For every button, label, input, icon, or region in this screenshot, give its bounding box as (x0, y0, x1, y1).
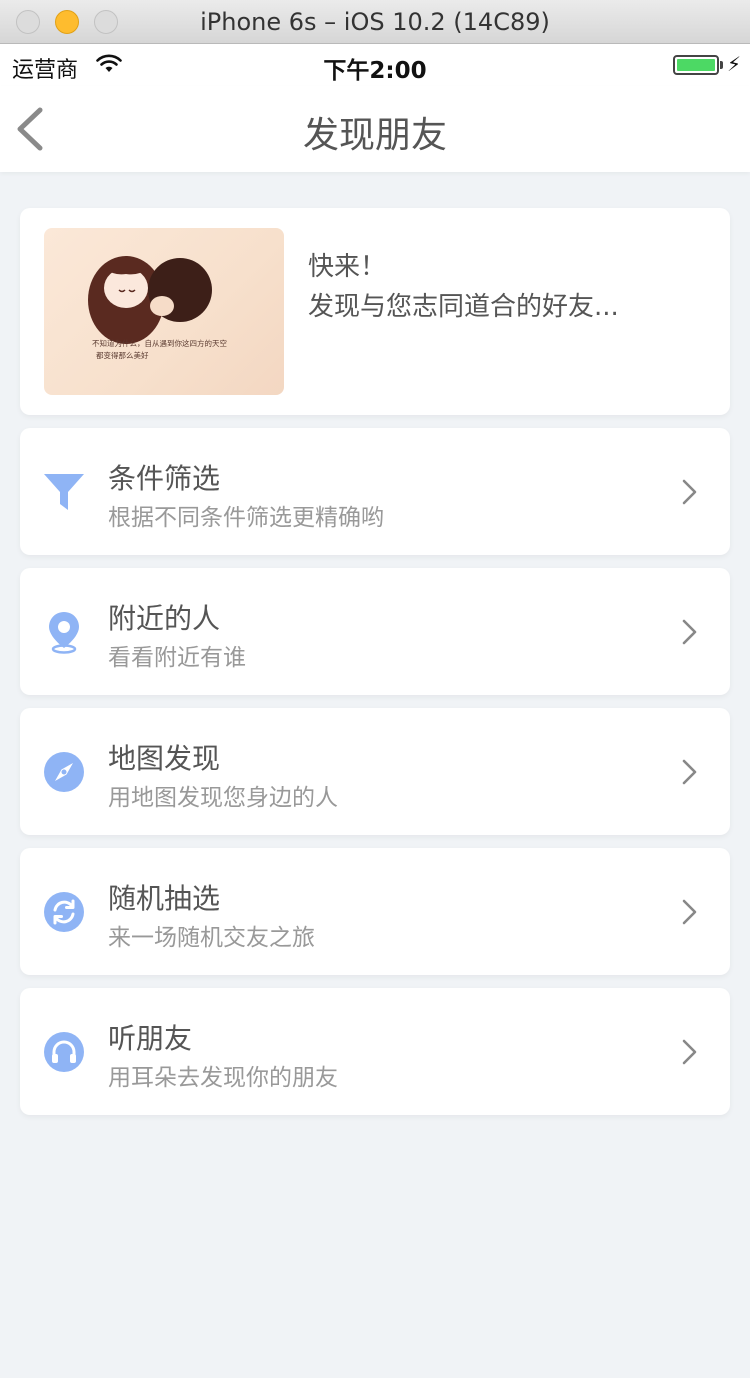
menu-item-title: 地图发现 (108, 742, 221, 775)
menu-item-map[interactable]: 地图发现 用地图发现您身边的人 (20, 708, 730, 835)
headphones-icon (44, 1032, 84, 1072)
menu-item-subtitle: 来一场随机交友之旅 (108, 925, 315, 951)
battery-icon (673, 55, 719, 75)
menu-item-title: 附近的人 (108, 602, 221, 635)
refresh-icon (44, 892, 84, 932)
content-area: 不知道为什么，自从遇到你这四方的天空 都变得那么美好 快来！ 发现与您志同道合的… (20, 208, 730, 1128)
menu-item-filter[interactable]: 条件筛选 根据不同条件筛选更精确哟 (20, 428, 730, 555)
menu-item-nearby[interactable]: 附近的人 看看附近有谁 (20, 568, 730, 695)
simulator-titlebar: iPhone 6s – iOS 10.2 (14C89) (0, 0, 750, 44)
hero-banner[interactable]: 不知道为什么，自从遇到你这四方的天空 都变得那么美好 快来！ 发现与您志同道合的… (20, 208, 730, 415)
navigation-bar: 发现朋友 (0, 86, 750, 172)
compass-icon (44, 752, 84, 792)
charging-icon: ⚡ (727, 52, 742, 76)
menu-item-subtitle: 用地图发现您身边的人 (108, 785, 338, 811)
page-title: 发现朋友 (302, 115, 447, 156)
hero-image-caption-1: 不知道为什么，自从遇到你这四方的天空 (92, 338, 227, 348)
filter-icon (44, 474, 84, 510)
chevron-right-icon (682, 759, 697, 785)
menu-item-subtitle: 用耳朵去发现你的朋友 (108, 1065, 338, 1091)
menu-item-title: 听朋友 (108, 1022, 193, 1055)
chevron-right-icon (682, 1039, 697, 1065)
menu-item-subtitle: 看看附近有谁 (108, 645, 246, 671)
menu-item-title: 条件筛选 (108, 462, 221, 495)
hero-description: 发现与您志同道合的好友... (308, 292, 619, 322)
location-pin-icon (49, 612, 79, 654)
hero-image-caption-2: 都变得那么美好 (96, 350, 149, 360)
hero-image: 不知道为什么，自从遇到你这四方的天空 都变得那么美好 (44, 228, 284, 395)
chevron-right-icon (682, 479, 697, 505)
menu-item-title: 随机抽选 (108, 882, 221, 915)
hero-headline: 快来！ (308, 252, 387, 282)
chevron-right-icon (682, 619, 697, 645)
battery-tip (720, 61, 723, 69)
menu-item-subtitle: 根据不同条件筛选更精确哟 (108, 505, 384, 531)
menu-item-random[interactable]: 随机抽选 来一场随机交友之旅 (20, 848, 730, 975)
menu-item-listen[interactable]: 听朋友 用耳朵去发现你的朋友 (20, 988, 730, 1115)
status-time: 下午2:00 (323, 58, 427, 84)
chevron-right-icon (682, 899, 697, 925)
status-bar: 运营商 下午2:00 ⚡ (0, 44, 750, 86)
window-title: iPhone 6s – iOS 10.2 (14C89) (200, 8, 550, 36)
